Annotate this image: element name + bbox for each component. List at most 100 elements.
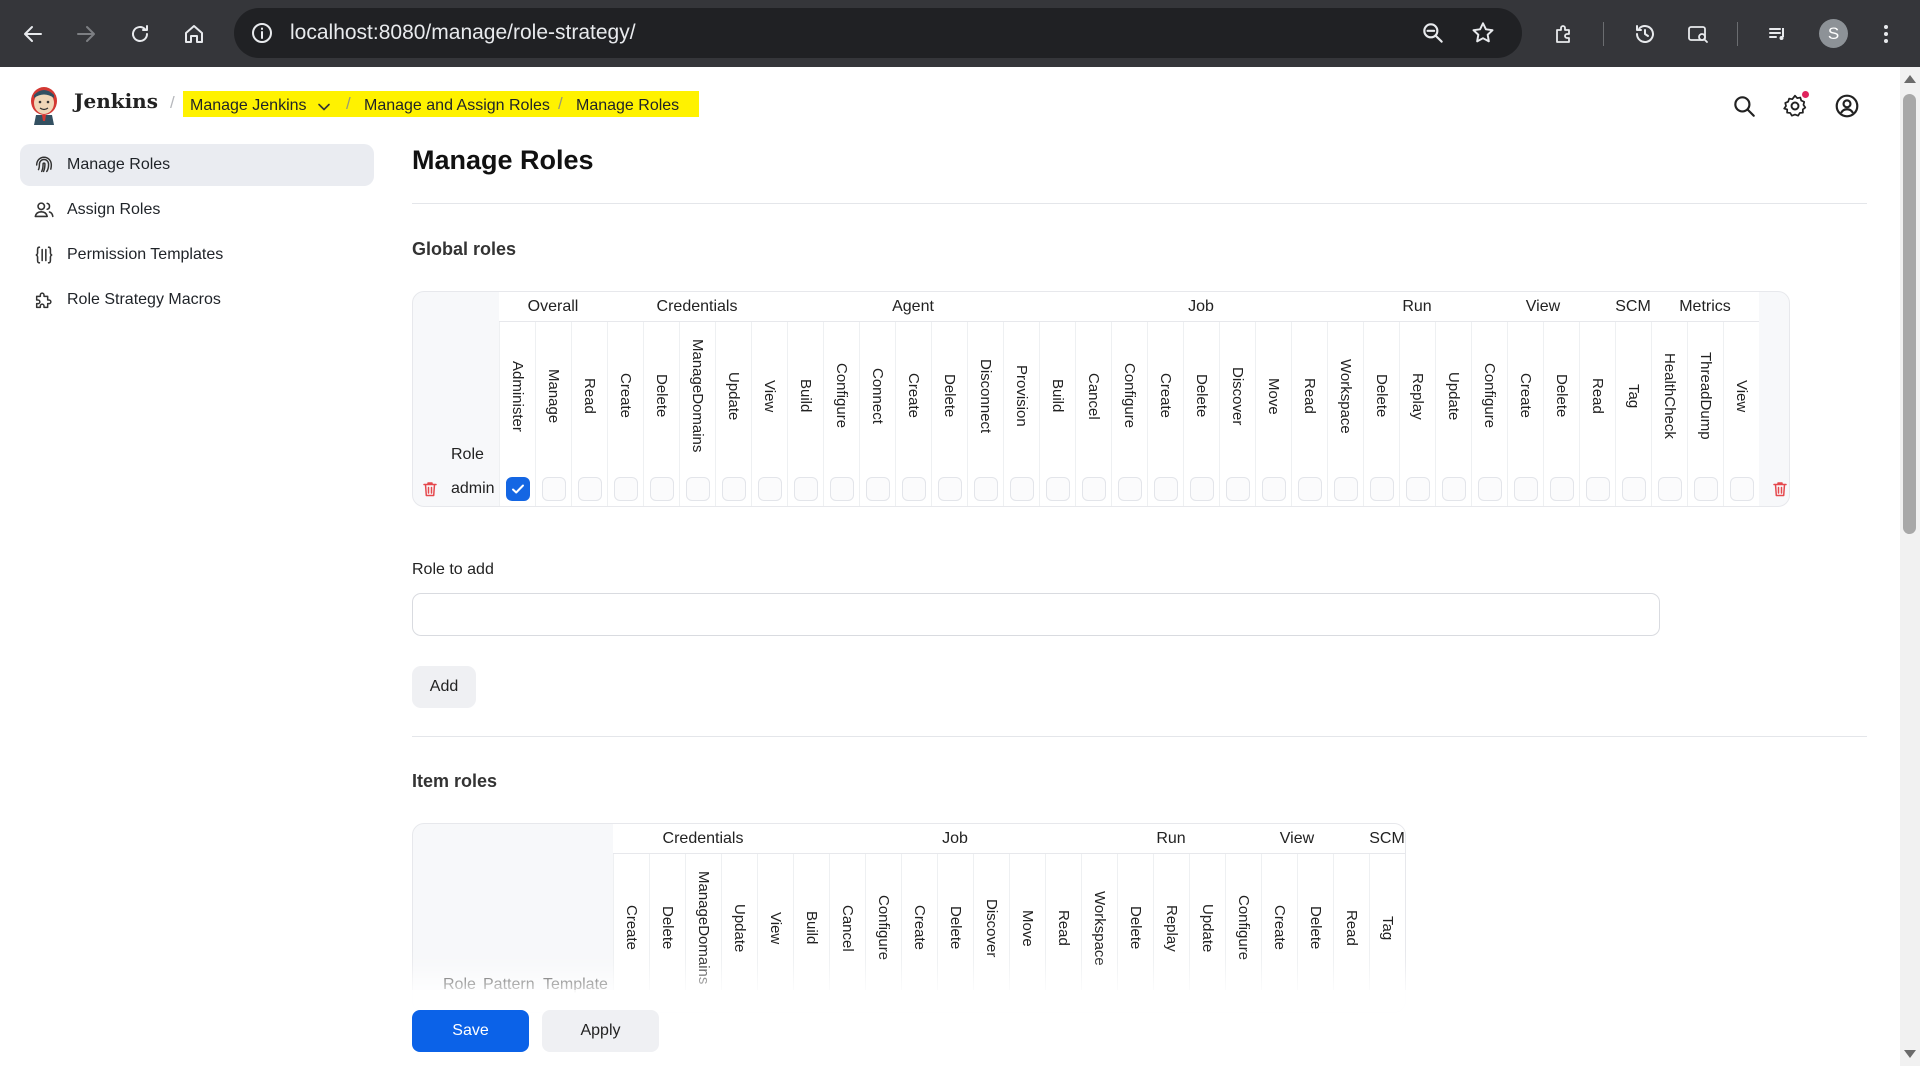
permission-checkbox-run-update[interactable] — [1441, 477, 1466, 501]
permission-checkbox-job-workspace[interactable] — [1333, 477, 1358, 501]
permission-checkbox-view-create[interactable] — [1513, 477, 1538, 501]
trash-icon[interactable] — [421, 480, 439, 498]
permission-group-job: Job — [793, 824, 1117, 854]
permission-checkbox-agent-create[interactable] — [901, 477, 926, 501]
permission-checkbox-overall-manage[interactable] — [541, 477, 566, 501]
permission-label: Create — [905, 373, 922, 419]
permission-label: Create — [1157, 373, 1174, 419]
permission-column-job-discover: Discover — [1219, 322, 1255, 470]
permission-checkbox-agent-build[interactable] — [793, 477, 818, 501]
forward-button[interactable] — [68, 16, 104, 52]
search-icon[interactable] — [1731, 93, 1757, 119]
permission-checkbox-credentials-update[interactable] — [721, 477, 746, 501]
permission-checkbox-job-configure[interactable] — [1117, 477, 1142, 501]
sidebar-item-permission-templates[interactable]: Permission Templates — [20, 234, 374, 276]
history-button[interactable] — [1627, 16, 1663, 52]
permission-column-credentials-managedomains: ManageDomains — [685, 854, 721, 1002]
permission-checkbox-metrics-view[interactable] — [1729, 477, 1754, 501]
permission-checkbox-job-delete[interactable] — [1189, 477, 1214, 501]
bookmark-star-icon[interactable] — [1470, 20, 1496, 46]
permission-label: View — [761, 379, 778, 413]
address-bar[interactable]: localhost:8080/manage/role-strategy/ — [234, 8, 1522, 58]
browser-toolbar: localhost:8080/manage/role-strategy/ S — [0, 0, 1920, 67]
jenkins-logo[interactable] — [26, 85, 62, 125]
permission-checkbox-job-read[interactable] — [1297, 477, 1322, 501]
permission-checkbox-run-delete[interactable] — [1369, 477, 1394, 501]
apply-button[interactable]: Apply — [542, 1010, 659, 1052]
zoom-icon[interactable] — [1420, 20, 1446, 46]
permission-checkbox-metrics-threaddump[interactable] — [1693, 477, 1718, 501]
permission-checkbox-credentials-delete[interactable] — [649, 477, 674, 501]
permission-checkbox-agent-delete[interactable] — [937, 477, 962, 501]
reload-button[interactable] — [122, 16, 158, 52]
browser-menu-button[interactable] — [1868, 16, 1904, 52]
permission-cell — [859, 470, 895, 506]
back-button[interactable] — [15, 16, 51, 52]
breadcrumb-manage-assign-roles[interactable]: Manage and Assign Roles — [364, 97, 550, 115]
permission-label: Discover — [1229, 366, 1246, 426]
jenkins-brand[interactable]: Jenkins — [74, 89, 158, 113]
permission-checkbox-run-replay[interactable] — [1405, 477, 1430, 501]
permission-label: Manage — [545, 368, 562, 424]
permission-column-job-workspace: Workspace — [1327, 322, 1363, 470]
permission-column-credentials-view: View — [751, 322, 787, 470]
permission-checkbox-agent-disconnect[interactable] — [973, 477, 998, 501]
permission-label: Configure — [1235, 895, 1252, 961]
permission-checkbox-view-delete[interactable] — [1549, 477, 1574, 501]
permission-column-credentials-view: View — [757, 854, 793, 1002]
chevron-down-icon[interactable] — [316, 99, 332, 115]
save-button[interactable]: Save — [412, 1010, 529, 1052]
permission-checkbox-credentials-create[interactable] — [613, 477, 638, 501]
role-to-add-input[interactable] — [412, 593, 1660, 636]
permission-checkbox-overall-read[interactable] — [577, 477, 602, 501]
home-button[interactable] — [176, 16, 212, 52]
breadcrumb-manage-roles[interactable]: Manage Roles — [576, 97, 679, 115]
permission-checkbox-credentials-view[interactable] — [757, 477, 782, 501]
scrollbar-thumb[interactable] — [1903, 94, 1916, 534]
sidebar-item-assign-roles[interactable]: Assign Roles — [20, 189, 374, 231]
permission-column-view-read: Read — [1333, 854, 1369, 1002]
sidebar-item-manage-roles[interactable]: Manage Roles — [20, 144, 374, 186]
permission-cell — [1579, 470, 1615, 506]
permission-cell — [643, 470, 679, 506]
permission-checkbox-job-discover[interactable] — [1225, 477, 1250, 501]
permission-checkbox-overall-administer[interactable] — [505, 477, 530, 501]
scroll-up-arrow[interactable] — [1904, 75, 1916, 83]
permission-label: Discover — [983, 898, 1000, 958]
tab-search-button[interactable] — [1680, 16, 1716, 52]
extensions-button[interactable] — [1546, 16, 1582, 52]
scroll-down-arrow[interactable] — [1904, 1050, 1916, 1058]
permission-checkbox-job-cancel[interactable] — [1081, 477, 1106, 501]
permission-checkbox-view-configure[interactable] — [1477, 477, 1502, 501]
permission-label: Build — [1049, 379, 1066, 413]
permission-label: Replay — [1163, 904, 1180, 952]
permission-column-run-update: Update — [1435, 322, 1471, 470]
permission-checkbox-job-create[interactable] — [1153, 477, 1178, 501]
permission-checkbox-scm-tag[interactable] — [1621, 477, 1646, 501]
trash-icon[interactable] — [1771, 480, 1789, 498]
permission-label: View — [767, 911, 784, 945]
permission-checkbox-job-build[interactable] — [1045, 477, 1070, 501]
permission-checkbox-metrics-healthcheck[interactable] — [1657, 477, 1682, 501]
item-roles-table: Role Pattern Template Credentials Create Dele… — [412, 823, 1406, 1013]
add-role-button[interactable]: Add — [412, 666, 476, 708]
info-icon[interactable] — [250, 21, 274, 45]
media-button[interactable] — [1760, 16, 1796, 52]
profile-avatar[interactable]: S — [1819, 19, 1848, 48]
permission-cell — [1147, 470, 1183, 506]
user-account-icon[interactable] — [1834, 93, 1860, 119]
permission-label: Delete — [1127, 906, 1144, 950]
url-text[interactable]: localhost:8080/manage/role-strategy/ — [290, 8, 636, 58]
sidebar-item-role-strategy-macros[interactable]: Role Strategy Macros — [20, 279, 374, 321]
permission-checkbox-job-move[interactable] — [1261, 477, 1286, 501]
permission-cell — [1291, 470, 1327, 506]
permission-column-credentials-create: Create — [607, 322, 643, 470]
breadcrumb-manage-jenkins[interactable]: Manage Jenkins — [190, 97, 307, 115]
permission-checkbox-agent-configure[interactable] — [829, 477, 854, 501]
permission-checkbox-agent-connect[interactable] — [865, 477, 890, 501]
permission-group-metrics: Metrics — [1651, 292, 1759, 322]
permission-checkbox-view-read[interactable] — [1585, 477, 1610, 501]
permission-checkbox-agent-provision[interactable] — [1009, 477, 1034, 501]
puzzle-extension-icon — [1556, 25, 1570, 43]
permission-checkbox-credentials-managedomains[interactable] — [685, 477, 710, 501]
